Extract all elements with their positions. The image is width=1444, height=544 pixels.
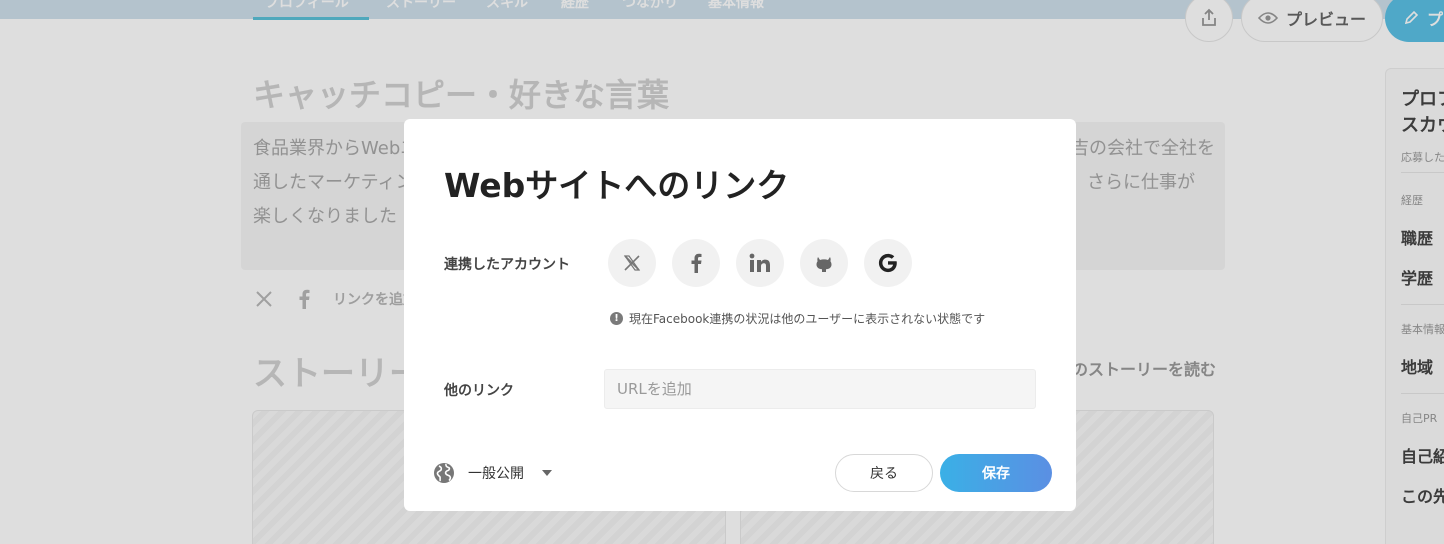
back-button[interactable]: 戻る bbox=[835, 454, 933, 492]
github-icon[interactable] bbox=[800, 239, 848, 287]
google-icon[interactable] bbox=[864, 239, 912, 287]
url-input[interactable] bbox=[604, 369, 1036, 409]
x-icon[interactable] bbox=[608, 239, 656, 287]
linked-accounts bbox=[608, 239, 912, 287]
linked-accounts-label: 連携したアカウント bbox=[444, 257, 570, 273]
visibility-label: 一般公開 bbox=[468, 466, 524, 482]
facebook-visibility-notice: ! 現在Facebook連携の状況は他のユーザーに表示されない状態です bbox=[610, 310, 985, 327]
facebook-icon[interactable] bbox=[672, 239, 720, 287]
save-button[interactable]: 保存 bbox=[940, 454, 1052, 492]
linkedin-icon[interactable] bbox=[736, 239, 784, 287]
visibility-dropdown[interactable]: 一般公開 bbox=[432, 461, 552, 485]
chevron-down-icon bbox=[542, 470, 552, 476]
other-links-label: 他のリンク bbox=[444, 383, 514, 399]
dialog-title: Webサイトへのリンク bbox=[444, 166, 790, 205]
info-icon: ! bbox=[610, 312, 623, 325]
website-links-dialog: Webサイトへのリンク 連携したアカウント ! 現在Facebook連携の状況は… bbox=[404, 119, 1076, 511]
globe-icon bbox=[432, 461, 456, 485]
notice-text: 現在Facebook連携の状況は他のユーザーに表示されない状態です bbox=[629, 312, 986, 326]
